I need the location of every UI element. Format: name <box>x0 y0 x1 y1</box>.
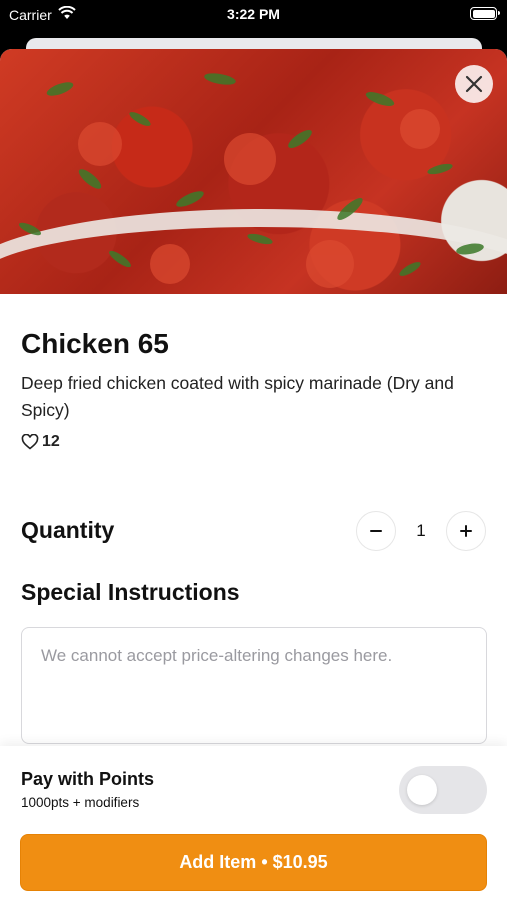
special-instructions-label: Special Instructions <box>21 579 240 605</box>
likes-value: 12 <box>42 433 60 450</box>
battery-icon <box>470 7 500 20</box>
plus-icon <box>460 525 472 537</box>
item-photo <box>0 49 507 294</box>
status-time: 3:22 PM <box>227 6 280 22</box>
decrease-quantity-button[interactable] <box>356 511 396 551</box>
points-cost: 1000pts + modifiers <box>21 795 140 810</box>
heart-icon <box>21 434 39 450</box>
item-description: Deep fried chicken coated with spicy mar… <box>21 373 454 420</box>
special-instructions-input[interactable] <box>21 627 487 744</box>
increase-quantity-button[interactable] <box>446 511 486 551</box>
quantity-label: Quantity <box>21 517 115 543</box>
checkout-bar: Pay with Points 1000pts + modifiers Add … <box>0 746 507 900</box>
likes-count[interactable]: 12 <box>21 433 60 451</box>
close-icon <box>465 75 483 93</box>
pay-with-points-toggle[interactable] <box>399 766 487 814</box>
pay-with-points-label: Pay with Points <box>21 769 155 789</box>
status-bar: Carrier 3:22 PM <box>0 0 507 30</box>
item-detail-sheet: Chicken 65 Deep fried chicken coated wit… <box>0 49 507 900</box>
quantity-value: 1 <box>416 521 426 540</box>
item-title: Chicken 65 <box>21 328 169 359</box>
garnish-overlay <box>18 73 484 288</box>
minus-icon <box>370 530 382 532</box>
close-button[interactable] <box>455 65 493 103</box>
toggle-knob <box>407 775 437 805</box>
add-item-button[interactable]: Add Item • $10.95 <box>20 834 487 891</box>
